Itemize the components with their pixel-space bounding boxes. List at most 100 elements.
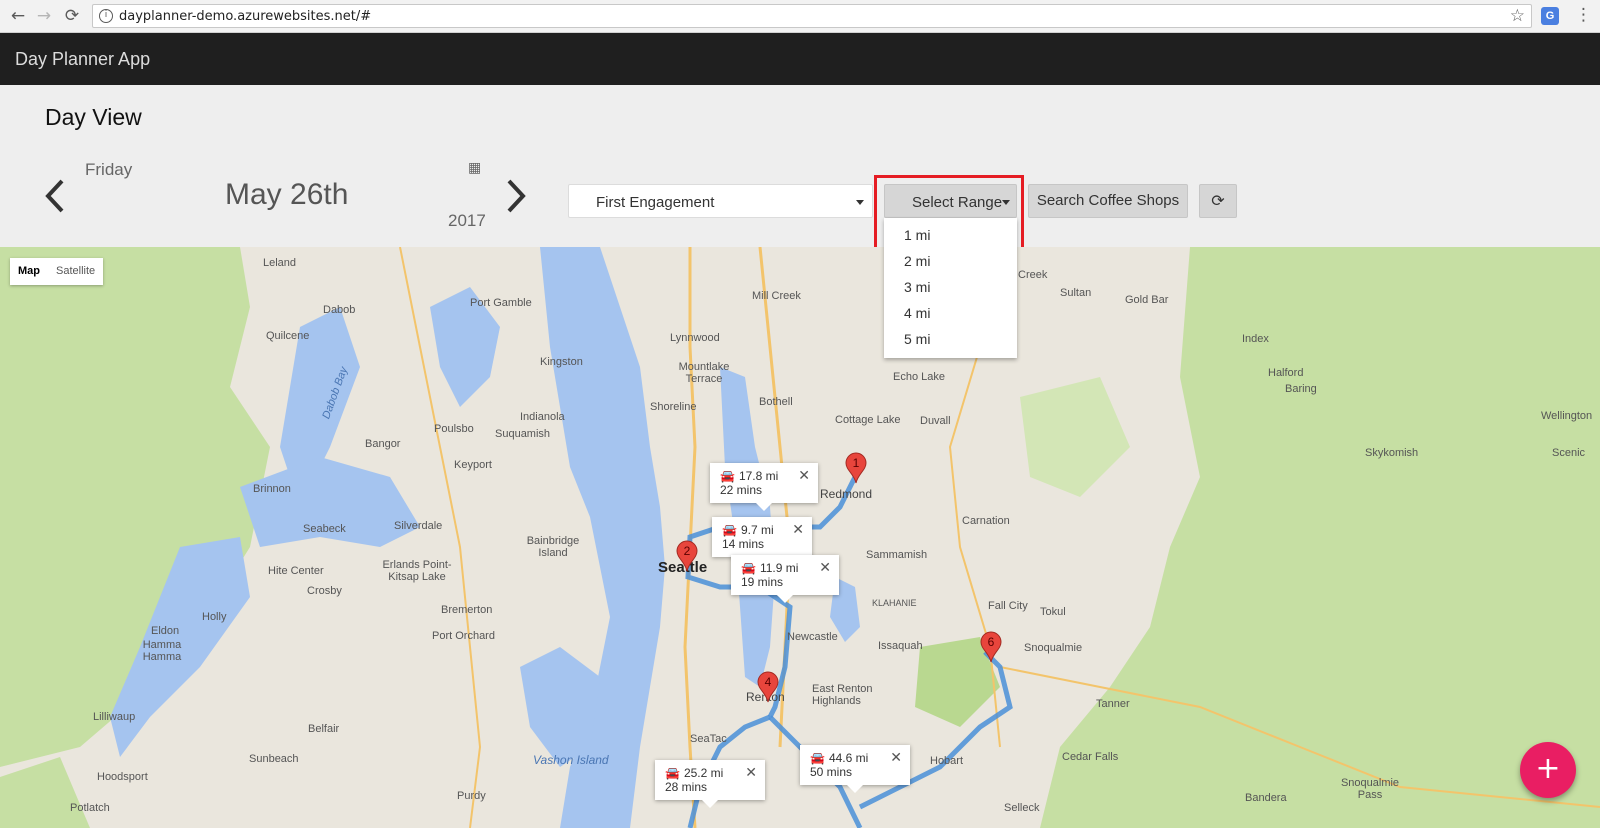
weekday-label: Friday: [85, 160, 133, 179]
map-label: East Renton Highlands: [812, 683, 873, 707]
route-info-window: 🚘 25.2 mi ✕ 28 mins: [655, 760, 765, 808]
map-label: Sultan: [1060, 287, 1092, 299]
map-label: Port Gamble: [470, 297, 532, 309]
map-label: Hoodsport: [97, 771, 148, 783]
close-icon[interactable]: ✕: [792, 522, 804, 538]
map-type-map[interactable]: Map: [10, 258, 48, 285]
range-option-2mi[interactable]: 2 mi: [884, 248, 1017, 274]
chevron-down-icon: [1002, 200, 1010, 205]
map-label: Seabeck: [303, 523, 346, 535]
date-label: May 26th: [225, 178, 349, 211]
map-label: Erlands Point-Kitsap Lake: [382, 559, 452, 583]
url-text[interactable]: dayplanner-demo.azurewebsites.net/#: [119, 9, 371, 24]
range-option-4mi[interactable]: 4 mi: [884, 300, 1017, 326]
translate-extension-icon[interactable]: G: [1541, 7, 1559, 25]
map-label: Lilliwaup: [93, 711, 136, 723]
map-label: Selleck: [1004, 802, 1040, 814]
map-marker-pin-icon[interactable]: 4: [757, 671, 779, 703]
map-label: Vashon Island: [533, 753, 609, 767]
map-label: Brinnon: [253, 483, 291, 495]
reload-icon[interactable]: ⟳: [62, 6, 82, 26]
map-label: Mill Creek: [752, 290, 801, 302]
range-option-1mi[interactable]: 1 mi: [884, 222, 1017, 248]
next-day-chevron-icon[interactable]: [505, 178, 527, 214]
forward-icon[interactable]: →: [34, 6, 54, 26]
chevron-down-icon: [856, 200, 864, 205]
map-view[interactable]: Map Satellite Leland Dabob Quilcene Port…: [0, 247, 1600, 828]
map-label: Snoqualmie: [1024, 642, 1083, 654]
route-info-window: 🚘 44.6 mi ✕ 50 mins: [800, 745, 910, 793]
browser-menu-icon[interactable]: ⋮: [1575, 5, 1592, 25]
map-label: Lynnwood: [670, 332, 720, 344]
range-select-button[interactable]: Select Range: [884, 184, 1017, 218]
close-icon[interactable]: ✕: [819, 560, 831, 576]
map-label: Eldon: [151, 625, 180, 637]
map-marker-pin-icon[interactable]: 6: [980, 631, 1002, 663]
range-option-5mi[interactable]: 5 mi: [884, 326, 1017, 352]
map-label: Indianola: [520, 411, 565, 423]
map-label: Hite Center: [268, 565, 324, 577]
route-info-window: 🚘 11.9 mi ✕ 19 mins: [731, 555, 839, 603]
map-label: Baring: [1285, 383, 1317, 395]
route-duration: 22 mins: [720, 483, 763, 497]
map-label: Hobart: [930, 755, 964, 767]
map-label: Wellington: [1541, 410, 1593, 422]
route-duration: 14 mins: [722, 537, 765, 551]
map-label: Suquamish: [495, 428, 551, 440]
marker-number: 2: [683, 544, 691, 558]
map-type-satellite[interactable]: Satellite: [48, 258, 103, 285]
map-label: Redmond: [820, 487, 873, 501]
year-label: 2017: [448, 211, 486, 230]
map-marker-pin-icon[interactable]: 2: [676, 540, 698, 572]
route-info-window: 🚘 9.7 mi ✕ 14 mins: [712, 517, 812, 565]
app-bar: Day Planner App: [0, 33, 1600, 85]
bookmark-star-icon[interactable]: ☆: [1510, 6, 1525, 26]
map-label: Dabob: [323, 304, 356, 316]
car-icon: 🚘: [722, 523, 737, 537]
map-label: Skykomish: [1365, 447, 1419, 459]
map-label: Bandera: [1245, 792, 1287, 804]
refresh-icon[interactable]: ⟳: [1199, 184, 1237, 218]
map-label: Bangor: [365, 438, 401, 450]
map-label: Hamma Hamma: [142, 639, 182, 663]
range-select-label: Select Range: [912, 194, 1003, 211]
map-label: Sunbeach: [249, 753, 299, 765]
car-icon: 🚘: [741, 561, 756, 575]
map-type-control: Map Satellite: [10, 258, 104, 285]
map-label: Bremerton: [441, 604, 493, 616]
map-marker-pin-icon[interactable]: 1: [845, 452, 867, 484]
address-bar[interactable]: i dayplanner-demo.azurewebsites.net/# ☆: [92, 4, 1532, 28]
back-icon[interactable]: ←: [8, 6, 28, 26]
previous-day-chevron-icon[interactable]: [44, 178, 66, 214]
route-distance: 25.2 mi: [683, 766, 724, 780]
engagement-select-value: First Engagement: [596, 194, 715, 211]
map-label: Gold Bar: [1125, 294, 1169, 306]
map-label: Tanner: [1096, 698, 1130, 710]
route-distance: 17.8 mi: [738, 469, 779, 483]
map-label: Bothell: [759, 396, 793, 408]
info-icon[interactable]: i: [99, 9, 113, 23]
map-label: Cedar Falls: [1062, 751, 1119, 763]
car-icon: 🚘: [665, 766, 680, 780]
map-label: Snoqualmie Pass: [1340, 777, 1400, 801]
close-icon[interactable]: ✕: [798, 468, 810, 484]
calendar-icon[interactable]: ▦: [468, 160, 481, 176]
app-title: Day Planner App: [15, 49, 151, 69]
map-label: Quilcene: [266, 330, 310, 342]
engagement-select[interactable]: First Engagement: [568, 184, 873, 218]
add-button[interactable]: +: [1520, 742, 1576, 798]
map-label: Silverdale: [394, 520, 443, 532]
map-label: Mountlake Terrace: [678, 361, 730, 385]
close-icon[interactable]: ✕: [745, 765, 757, 781]
search-coffee-shops-button[interactable]: Search Coffee Shops: [1028, 184, 1188, 218]
page-title: Day View: [45, 104, 142, 130]
map-label: Tokul: [1040, 606, 1066, 618]
map-label: Port Orchard: [432, 630, 495, 642]
browser-toolbar: ← → ⟳ i dayplanner-demo.azurewebsites.ne…: [0, 0, 1600, 33]
map-label: Fall City: [988, 600, 1028, 612]
map-label: SeaTac: [690, 733, 727, 745]
marker-number: 4: [764, 675, 772, 689]
close-icon[interactable]: ✕: [890, 750, 902, 766]
map-label: Purdy: [457, 790, 486, 802]
range-option-3mi[interactable]: 3 mi: [884, 274, 1017, 300]
